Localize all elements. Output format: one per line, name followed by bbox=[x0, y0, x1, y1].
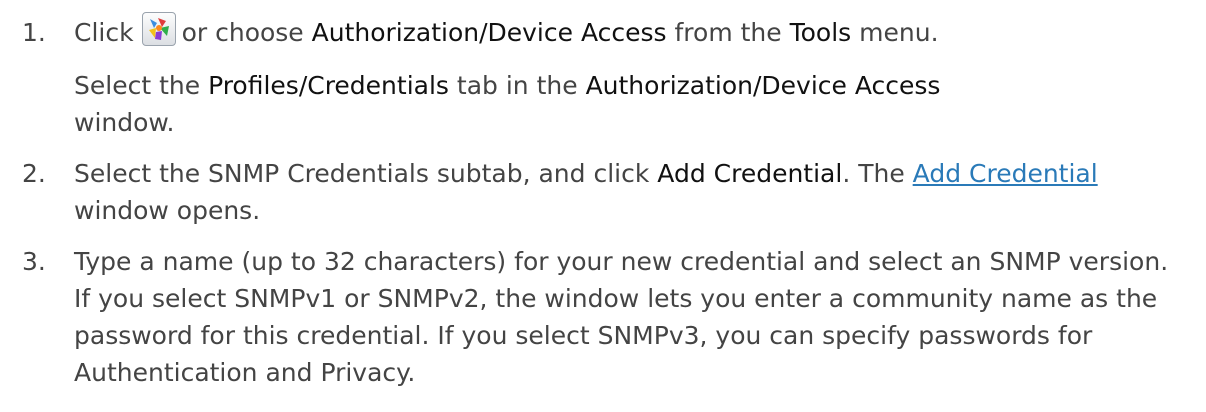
text: window opens. bbox=[74, 196, 261, 225]
step-1-paragraph: Click or choose Authorization/Device Acc… bbox=[74, 12, 1186, 51]
step-body: Type a name (up to 32 characters) for yo… bbox=[74, 243, 1186, 391]
step-body: Click or choose Authorization/Device Acc… bbox=[74, 12, 1186, 141]
text: . The bbox=[842, 159, 905, 188]
step-2-paragraph: Select the SNMP Credentials subtab, and … bbox=[74, 155, 1186, 229]
authorization-device-access-icon[interactable] bbox=[141, 12, 176, 46]
step-number: 1. bbox=[22, 18, 46, 47]
step-3: 3. Type a name (up to 32 characters) for… bbox=[20, 243, 1186, 391]
text: or choose bbox=[181, 18, 304, 47]
text: window. bbox=[74, 108, 175, 137]
text: Click bbox=[74, 18, 134, 47]
bold-term: Add Credential bbox=[657, 159, 843, 188]
step-1-subparagraph: Select the Profiles/Credentials tab in t… bbox=[74, 67, 1186, 141]
step-2: 2. Select the SNMP Credentials subtab, a… bbox=[20, 155, 1186, 229]
bold-term: Tools bbox=[789, 18, 852, 47]
procedure-document: 1. Click or choose Authorization/Device … bbox=[0, 0, 1206, 412]
text: Select the SNMP Credentials subtab, and … bbox=[74, 159, 650, 188]
text: menu. bbox=[859, 18, 939, 47]
add-credential-link[interactable]: Add Credential bbox=[913, 159, 1098, 188]
step-number: 3. bbox=[22, 247, 46, 276]
text: Select the bbox=[74, 71, 201, 100]
step-number: 2. bbox=[22, 159, 46, 188]
bold-term: Authorization/Device Access bbox=[311, 18, 667, 47]
bold-term: Profiles/Credentials bbox=[208, 71, 449, 100]
bold-term: Authorization/Device Access bbox=[585, 71, 941, 100]
step-1: 1. Click or choose Authorization/Device … bbox=[20, 12, 1186, 141]
step-body: Select the SNMP Credentials subtab, and … bbox=[74, 155, 1186, 229]
text: from the bbox=[674, 18, 782, 47]
step-3-paragraph: Type a name (up to 32 characters) for yo… bbox=[74, 247, 1169, 387]
text: tab in the bbox=[456, 71, 578, 100]
